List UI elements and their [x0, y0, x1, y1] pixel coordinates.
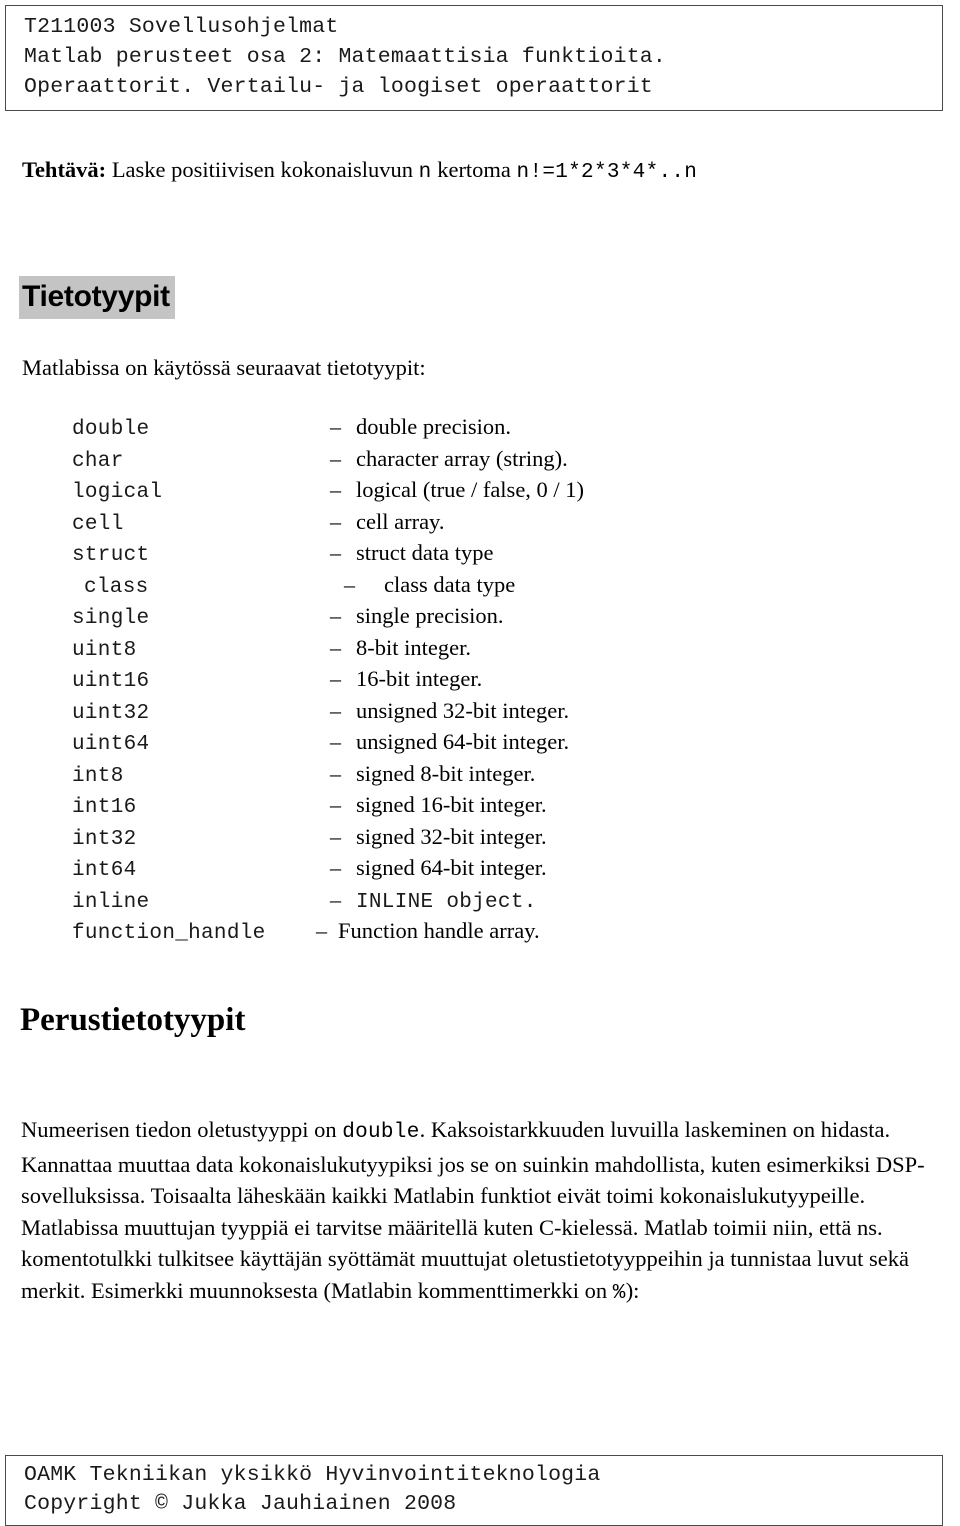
heading-tietotyypit: Tietotyypit: [19, 276, 175, 319]
data-type-row: char – character array (string).: [72, 446, 584, 478]
data-type-description: cell array.: [356, 508, 445, 534]
data-type-description: struct data type: [356, 540, 494, 565]
header-line-course: T211003 Sovellusohjelmat: [24, 15, 339, 39]
data-type-dash: –: [330, 508, 341, 534]
perustietotyypit-paragraph: Numeerisen tiedon oletustyyppi on double…: [21, 1114, 939, 1309]
data-type-row: uint16 –16-bit integer.: [72, 666, 584, 698]
task-label: Tehtävä:: [22, 157, 107, 182]
data-type-name: int32: [72, 827, 137, 851]
data-type-description: signed 64-bit integer.: [356, 855, 547, 880]
data-type-name: struct: [72, 544, 150, 567]
data-type-dash: –: [330, 792, 341, 817]
data-type-name: uint16: [72, 670, 150, 693]
data-type-row: struct – struct data type: [72, 540, 584, 572]
document-footer-box: OAMK Tekniikan yksikkö Hyvinvointiteknol…: [5, 1455, 943, 1526]
data-type-dash: –: [330, 886, 341, 912]
data-type-name: char: [72, 449, 124, 473]
data-types-list: double – double precision. char – character a…: [72, 414, 584, 950]
tietotyypit-intro: Matlabissa on käytössä seuraavat tietoty…: [22, 355, 426, 380]
data-type-name: function_handle: [72, 922, 266, 945]
task-text-before: Laske positiivisen kokonaisluvun: [106, 157, 419, 182]
document-header-box: T211003 Sovellusohjelmat Matlab perustee…: [5, 5, 943, 111]
header-line-topic: Operaattorit. Vertailu- ja loogiset oper…: [24, 75, 653, 99]
data-type-row: int64 – signed 64-bit integer.: [72, 855, 584, 887]
data-type-dash: –: [330, 729, 341, 754]
header-line-subject: Matlab perusteet osa 2: Matemaattisia fu…: [24, 45, 667, 69]
data-type-name: class: [84, 575, 149, 599]
data-type-dash: –: [330, 477, 341, 502]
paragraph-code-double: double: [342, 1121, 420, 1144]
data-type-dash: –: [330, 540, 341, 565]
footer-line-copyright: Copyright © Jukka Jauhiainen 2008: [24, 1492, 457, 1516]
data-type-description: 16-bit integer.: [356, 666, 483, 691]
document-page: T211003 Sovellusohjelmat Matlab perustee…: [0, 0, 960, 1526]
data-type-description: 8-bit integer.: [356, 634, 471, 660]
task-text-middle: kertoma: [431, 157, 517, 182]
data-type-dash: –: [330, 445, 341, 471]
data-type-name: int64: [72, 859, 137, 882]
data-type-description: class data type: [384, 571, 516, 597]
data-type-row: int32 – signed 32-bit integer.: [72, 824, 584, 856]
data-type-row: int16 – signed 16-bit integer.: [72, 792, 584, 824]
heading-tietotyypit-text: Tietotyypit: [19, 276, 175, 319]
data-type-dash: –: [330, 697, 341, 723]
data-type-name: uint64: [72, 733, 150, 756]
data-type-description: signed 16-bit integer.: [356, 792, 547, 817]
data-type-dash: –: [330, 666, 341, 691]
footer-line-organization: OAMK Tekniikan yksikkö Hyvinvointiteknol…: [24, 1463, 601, 1487]
task-variable: n: [418, 161, 432, 184]
data-type-dash: –: [330, 603, 341, 628]
data-type-name: int8: [72, 764, 124, 788]
data-type-row: logical – logical (true / false, 0 / 1): [72, 477, 584, 509]
data-type-description: single precision.: [356, 603, 504, 628]
data-type-name: uint8: [72, 638, 137, 662]
data-type-description: unsigned 64-bit integer.: [356, 729, 570, 754]
data-type-dash: –: [330, 823, 341, 849]
data-type-name: uint32: [72, 701, 150, 725]
data-type-row: uint8 –8-bit integer.: [72, 635, 584, 667]
paragraph-code-percent: %: [612, 1281, 626, 1305]
data-type-name: single: [72, 607, 150, 630]
data-type-name: cell: [72, 512, 124, 536]
paragraph-text-2: . Kaksoistarkkuuden luvuilla laskeminen …: [21, 1117, 925, 1303]
data-type-dash: –: [330, 760, 341, 786]
paragraph-text-1: Numeerisen tiedon oletustyyppi on: [21, 1117, 343, 1142]
data-type-description: INLINE object.: [356, 890, 537, 914]
data-type-row: int8 – signed 8-bit integer.: [72, 761, 584, 793]
data-type-dash: –: [316, 918, 327, 943]
data-type-name: logical: [72, 481, 163, 504]
heading-perustietotyypit: Perustietotyypit: [20, 1002, 246, 1038]
data-type-description: signed 32-bit integer.: [356, 823, 547, 849]
data-type-dash: –: [344, 571, 355, 597]
paragraph-text-3: ):: [625, 1277, 640, 1303]
data-type-row: function_handle – Function handle array.: [72, 918, 584, 950]
data-type-row: class – class data type: [72, 572, 584, 604]
data-type-name: inline: [72, 890, 150, 914]
data-type-description: double precision.: [356, 414, 511, 439]
data-type-description: unsigned 32-bit integer.: [356, 697, 570, 723]
data-type-row: inline – INLINE object.: [72, 887, 584, 919]
data-type-row: double – double precision.: [72, 414, 584, 446]
data-type-description: signed 8-bit integer.: [356, 760, 536, 786]
data-type-row: uint32 – unsigned 32-bit integer.: [72, 698, 584, 730]
data-type-dash: –: [330, 414, 341, 439]
task-statement: Tehtävä: Laske positiivisen kokonaisluvu…: [22, 155, 697, 188]
data-type-row: cell – cell array.: [72, 509, 584, 541]
data-type-description: logical (true / false, 0 / 1): [356, 477, 585, 502]
data-type-dash: –: [330, 855, 341, 880]
data-type-row: uint64 – unsigned 64-bit integer.: [72, 729, 584, 761]
task-formula: n!=1*2*3*4*..n: [516, 161, 698, 184]
data-type-dash: –: [330, 634, 341, 660]
data-type-description: character array (string).: [356, 445, 568, 471]
data-type-description: Function handle array.: [338, 918, 540, 943]
data-type-name: double: [72, 418, 150, 441]
data-type-name: int16: [72, 796, 137, 819]
data-type-row: single – single precision.: [72, 603, 584, 635]
